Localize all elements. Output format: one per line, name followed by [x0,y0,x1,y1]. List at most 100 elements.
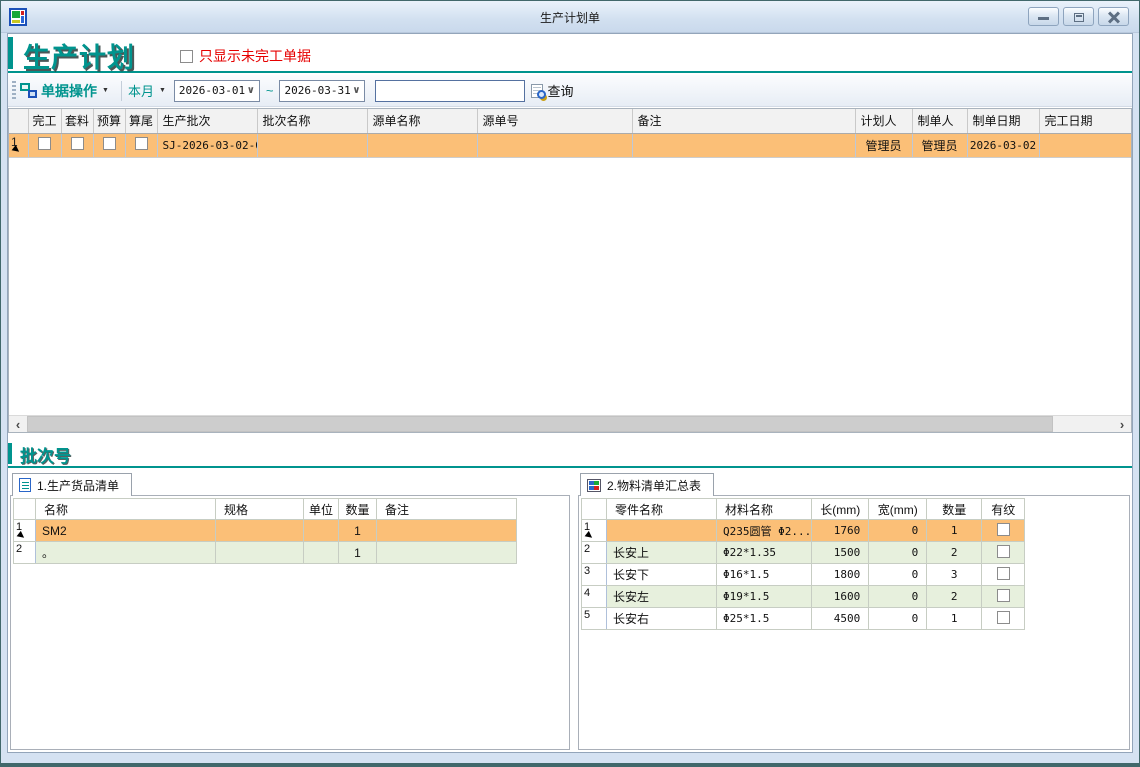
col-header-source-name[interactable]: 源单名称 [367,109,477,133]
note-cell[interactable] [632,133,855,157]
grain-checkbox[interactable] [997,567,1010,580]
source-name-cell[interactable] [367,133,477,157]
col-header-budget[interactable]: 预算 [93,109,125,133]
material-cell[interactable]: Φ22*1.35 [717,542,812,564]
note-cell[interactable] [377,520,517,542]
spec-cell[interactable] [216,520,304,542]
date-to-combobox[interactable]: 2026-03-31 ∨ [279,80,365,102]
material-cell[interactable]: Q235圆管 Φ2... [717,520,812,542]
col-header-note[interactable]: 备注 [377,499,517,520]
restore-button[interactable] [1063,7,1094,26]
material-cell[interactable]: Φ25*1.5 [717,608,812,630]
col-header-length[interactable]: 长(mm) [812,499,869,520]
qty-cell[interactable]: 2 [927,586,982,608]
spec-cell[interactable] [216,542,304,564]
length-cell[interactable]: 1500 [812,542,869,564]
length-cell[interactable]: 1800 [812,564,869,586]
qty-cell[interactable]: 1 [339,542,377,564]
material-row[interactable]: 4 长安左 Φ19*1.5 1600 0 2 [582,586,1025,608]
width-cell[interactable]: 0 [869,586,927,608]
part-cell[interactable]: 长安左 [607,586,717,608]
batch-cell[interactable]: SJ-2026-03-02-001 [157,133,257,157]
tab-goods-list[interactable]: 1.生产货品清单 [12,473,132,496]
width-cell[interactable]: 0 [869,542,927,564]
part-cell[interactable]: 长安下 [607,564,717,586]
material-row-selected[interactable]: 1 Q235圆管 Φ2... 1760 0 1 [582,520,1025,542]
maker-cell[interactable]: 管理员 [912,133,967,157]
date-from-combobox[interactable]: 2026-03-01 ∨ [174,80,260,102]
budget-checkbox[interactable] [103,137,116,150]
col-header-source-no[interactable]: 源单号 [477,109,632,133]
col-header-tail[interactable]: 算尾 [125,109,157,133]
part-cell[interactable] [607,520,717,542]
col-header-part[interactable]: 零件名称 [607,499,717,520]
part-cell[interactable]: 长安右 [607,608,717,630]
qty-cell[interactable]: 3 [927,564,982,586]
name-cell[interactable]: 。 [36,542,216,564]
minimize-button[interactable] [1028,7,1059,26]
order-row-selected[interactable]: 1 SJ-2026-03-02-001 管理员 管理员 2026-03-02 [9,133,1132,157]
batch-name-cell[interactable] [257,133,367,157]
only-unfinished-checkbox[interactable] [180,50,193,63]
grain-checkbox[interactable] [997,611,1010,624]
make-date-cell[interactable]: 2026-03-02 [967,133,1039,157]
col-header-spec[interactable]: 规格 [216,499,304,520]
col-header-unit[interactable]: 单位 [304,499,339,520]
col-header-qty[interactable]: 数量 [339,499,377,520]
col-header-finished[interactable]: 完工 [28,109,61,133]
goods-row[interactable]: 2 。 1 [14,542,517,564]
scrollbar-thumb[interactable] [27,416,1053,432]
part-cell[interactable]: 长安上 [607,542,717,564]
qty-cell[interactable]: 1 [927,520,982,542]
col-header-width[interactable]: 宽(mm) [869,499,927,520]
grain-checkbox[interactable] [997,589,1010,602]
qty-cell[interactable]: 1 [339,520,377,542]
col-header-name[interactable]: 名称 [36,499,216,520]
col-header-batch[interactable]: 生产批次 [157,109,257,133]
goods-row-selected[interactable]: 1 SM2 1 [14,520,517,542]
col-header-qty[interactable]: 数量 [927,499,982,520]
name-cell[interactable]: SM2 [36,520,216,542]
length-cell[interactable]: 4500 [812,608,869,630]
width-cell[interactable]: 0 [869,520,927,542]
qty-cell[interactable]: 2 [927,542,982,564]
chevron-down-icon[interactable]: ▼ [159,87,166,94]
col-header-finish-date[interactable]: 完工日期 [1039,109,1132,133]
length-cell[interactable]: 1760 [812,520,869,542]
grain-checkbox[interactable] [997,523,1010,536]
material-row[interactable]: 3 长安下 Φ16*1.5 1800 0 3 [582,564,1025,586]
scroll-right-icon[interactable]: › [1113,416,1131,432]
material-cell[interactable]: Φ16*1.5 [717,564,812,586]
col-header-grain[interactable]: 有纹 [982,499,1025,520]
unit-cell[interactable] [304,542,339,564]
material-cell[interactable]: Φ19*1.5 [717,586,812,608]
unit-cell[interactable] [304,520,339,542]
nesting-checkbox[interactable] [71,137,84,150]
query-button[interactable]: 查询 [531,81,573,100]
operations-menu[interactable]: 单据操作 [41,81,97,101]
qty-cell[interactable]: 1 [927,608,982,630]
width-cell[interactable]: 0 [869,564,927,586]
col-header-maker[interactable]: 制单人 [912,109,967,133]
finish-date-cell[interactable] [1039,133,1132,157]
col-header-batch-name[interactable]: 批次名称 [257,109,367,133]
search-input[interactable] [375,80,525,102]
source-no-cell[interactable] [477,133,632,157]
tail-checkbox[interactable] [135,137,148,150]
note-cell[interactable] [377,542,517,564]
width-cell[interactable]: 0 [869,608,927,630]
close-button[interactable] [1098,7,1129,26]
planner-cell[interactable]: 管理员 [855,133,912,157]
col-header-material[interactable]: 材料名称 [717,499,812,520]
finished-checkbox[interactable] [38,137,51,150]
col-header-make-date[interactable]: 制单日期 [967,109,1039,133]
col-header-nesting[interactable]: 套料 [61,109,93,133]
col-header-note[interactable]: 备注 [632,109,855,133]
material-row[interactable]: 5 长安右 Φ25*1.5 4500 0 1 [582,608,1025,630]
scroll-left-icon[interactable]: ‹ [9,416,27,432]
toolbar-grip[interactable] [12,81,16,101]
length-cell[interactable]: 1600 [812,586,869,608]
chevron-down-icon[interactable]: ▼ [102,87,109,94]
col-header-planner[interactable]: 计划人 [855,109,912,133]
period-dropdown[interactable]: 本月 [128,81,154,100]
